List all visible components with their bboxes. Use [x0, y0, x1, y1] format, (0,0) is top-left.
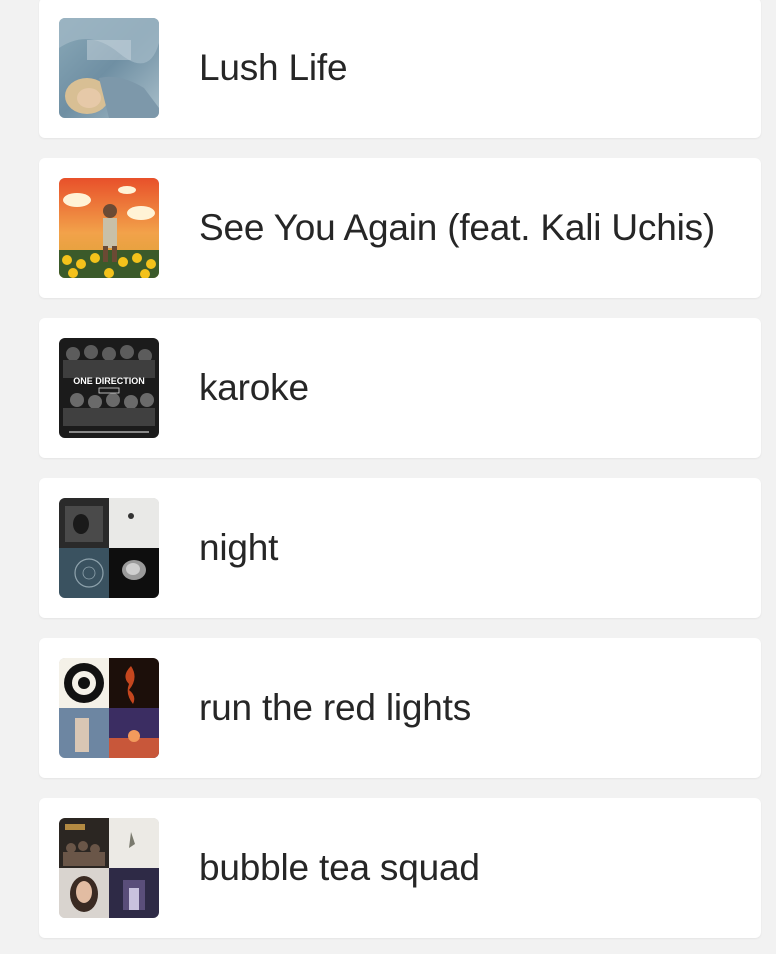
- playlist-card-lush-life[interactable]: Lush Life: [39, 0, 761, 138]
- playlist-card-see-you-again[interactable]: See You Again (feat. Kali Uchis): [39, 158, 761, 298]
- album-cover-one-direction-four: ONE DIRECTION: [59, 338, 159, 438]
- playlist-card-night[interactable]: night: [39, 478, 761, 618]
- playlist-title: bubble tea squad: [199, 847, 480, 888]
- playlist-title: karoke: [199, 367, 309, 408]
- playlist-mosaic-night: [59, 498, 159, 598]
- album-cover-text: ONE DIRECTION: [73, 376, 145, 386]
- album-cover-one-direction-four-image: ONE DIRECTION: [59, 338, 159, 438]
- album-cover-lush-life-image: [59, 18, 159, 118]
- playlist-card-karoke[interactable]: ONE DIRECTION karoke: [39, 318, 761, 458]
- playlist-title: night: [199, 527, 279, 568]
- playlist-mosaic-bubble-tea-squad: [59, 818, 159, 918]
- playlist-list: Lush Life See You Again (feat. Kali Uchi…: [0, 0, 776, 954]
- playlist-title: run the red lights: [199, 687, 472, 728]
- album-cover-flower-boy: [59, 178, 159, 278]
- playlist-card-run-the-red-lights[interactable]: run the red lights: [39, 638, 761, 778]
- playlist-mosaic-bubble-tea-squad-image: [59, 818, 159, 918]
- album-cover-flower-boy-image: [59, 178, 159, 278]
- playlist-card-bubble-tea-squad[interactable]: bubble tea squad: [39, 798, 761, 938]
- playlist-mosaic-run-the-red-lights: [59, 658, 159, 758]
- album-cover-lush-life: [59, 18, 159, 118]
- playlist-mosaic-night-image: [59, 498, 159, 598]
- playlist-title: Lush Life: [199, 47, 348, 88]
- playlist-title: See You Again (feat. Kali Uchis): [199, 207, 716, 248]
- playlist-mosaic-run-the-red-lights-image: [59, 658, 159, 758]
